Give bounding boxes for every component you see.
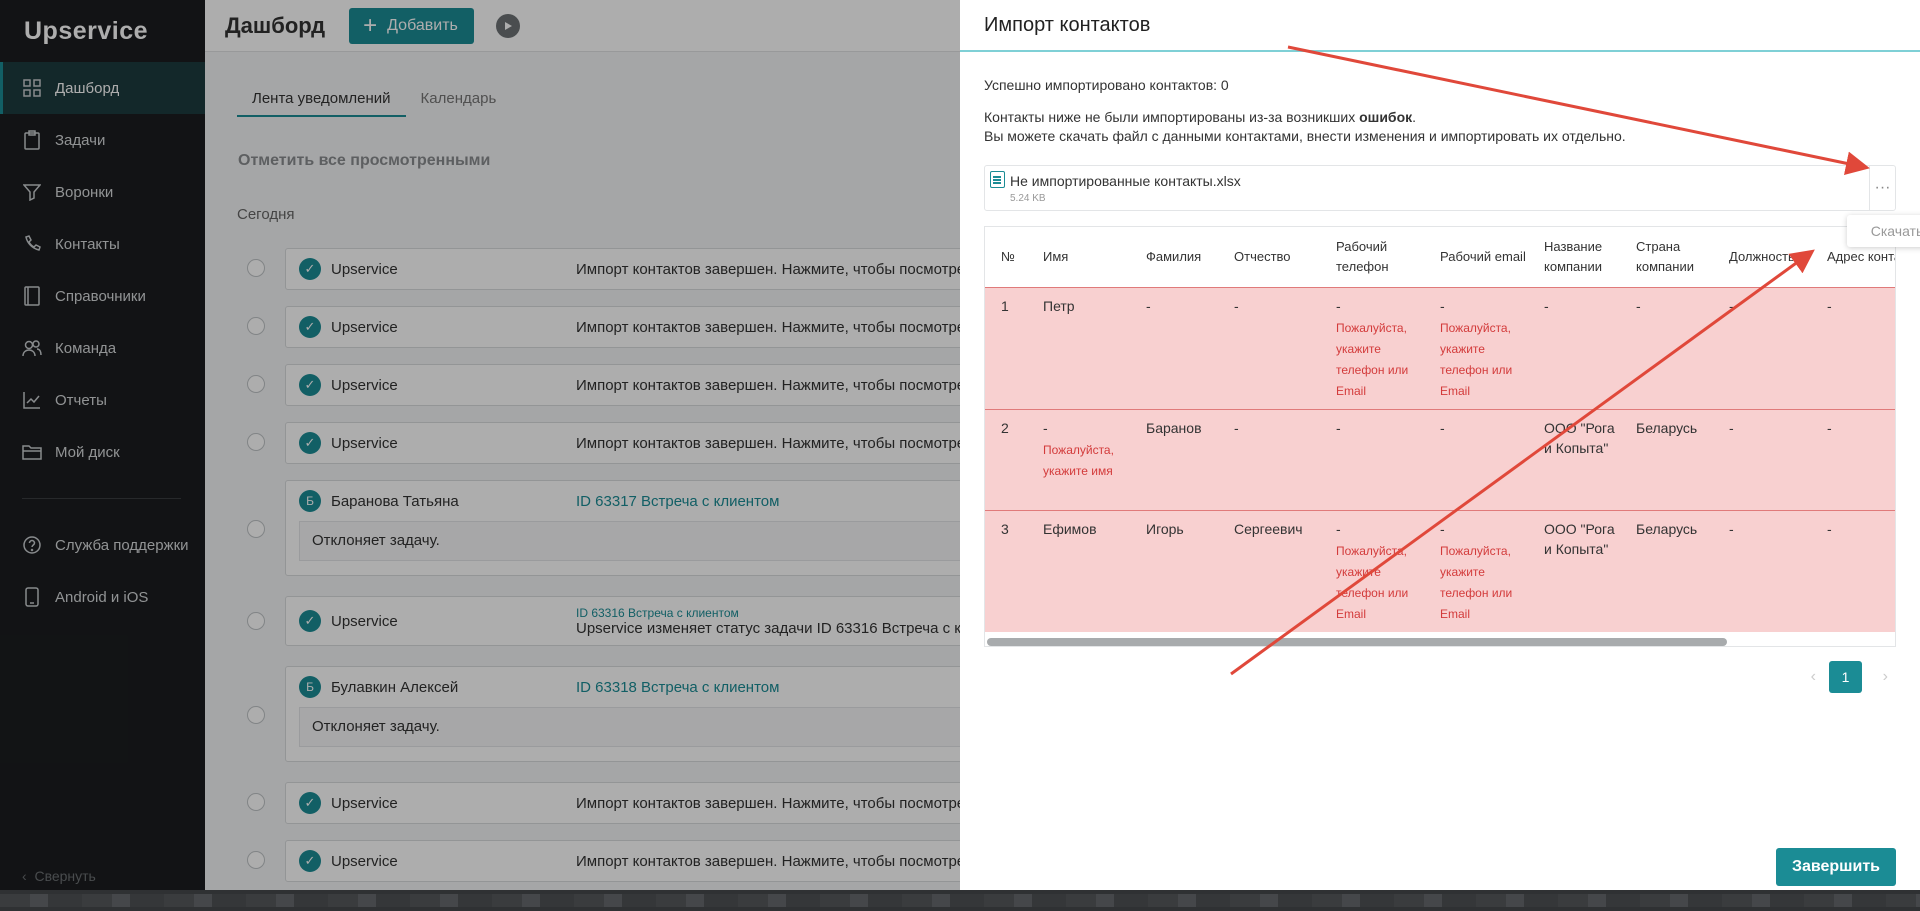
table-row: 2 - Пожалуйста, укажите имя Баранов - - -… [985,408,1895,510]
taskbar [0,890,1920,911]
cell-first-name: Ефимов [1027,509,1130,632]
import-contacts-drawer: Импорт контактов Успешно импортировано к… [960,0,1920,890]
finish-button[interactable]: Завершить [1775,848,1896,886]
cell-value: - [1043,419,1048,436]
more-options-button[interactable]: ··· [1869,166,1895,210]
validation-error: Пожалуйста, укажите телефон или Email [1336,320,1409,398]
cell-num: 2 [985,408,1027,510]
cell-email: - Пожалуйста, укажите телефон или Email [1424,509,1528,632]
next-page-icon[interactable]: › [1883,668,1888,686]
cell-company: ООО "Рога и Копыта" [1528,408,1620,510]
validation-error: Пожалуйста, укажите телефон или Email [1440,320,1513,398]
validation-error: Пожалуйста, укажите телефон или Email [1336,543,1409,621]
page-button-current[interactable]: 1 [1829,661,1862,693]
cell-value: - [1440,297,1445,314]
cell-phone: - Пожалуйста, укажите телефон или Email [1320,286,1424,409]
drawer-body: Успешно импортировано контактов: 0 Конта… [984,52,1920,693]
prev-page-icon[interactable]: ‹ [1811,668,1816,686]
column-header: Страна компании [1636,238,1694,274]
cell-last-name: Игорь [1130,509,1218,632]
error-info-text-2: Вы можете скачать файл с данными контакт… [984,128,1626,144]
cell-value: - [1336,297,1341,314]
cell-position: - [1713,286,1811,409]
cell-email: - Пожалуйста, укажите телефон или Email [1424,286,1528,409]
cell-country: - [1620,286,1713,409]
import-error-info: Контакты ниже не были импортированы из-з… [984,108,1896,146]
cell-position: - [1713,408,1811,510]
cell-value: - [1440,520,1445,537]
error-info-bold: ошибок [1359,109,1413,125]
table-row: 3 Ефимов Игорь Сергеевич - Пожалуйста, ук… [985,509,1895,632]
file-attachment[interactable]: Не импортированные контакты.xlsx 5.24 KB… [984,165,1896,211]
cell-value: - [1336,520,1341,537]
cell-address: - [1811,286,1895,409]
column-header: Рабочий email [1440,248,1526,264]
pagination: ‹ 1 › [984,661,1896,693]
download-menu-item[interactable]: Скачать [1847,215,1920,247]
cell-phone: - Пожалуйста, укажите телефон или Email [1320,509,1424,632]
drawer-title: Импорт контактов [960,0,1920,52]
column-header: Отчество [1234,248,1291,264]
import-success-text: Успешно импортировано контактов: 0 [984,77,1229,93]
table-header-row: № Имя Фамилия Отчество Рабочий телефон Р… [985,227,1895,287]
cell-middle-name: - [1218,408,1320,510]
column-header: № [1001,248,1015,264]
failed-contacts-table: № Имя Фамилия Отчество Рабочий телефон Р… [984,226,1896,647]
cell-last-name: - [1130,286,1218,409]
modal-backdrop[interactable] [0,0,960,890]
file-size: 5.24 KB [1010,193,1046,204]
cell-position: - [1713,509,1811,632]
column-header: Фамилия [1146,248,1202,264]
error-info-suffix: . [1412,109,1417,125]
cell-middle-name: - [1218,286,1320,409]
contacts-table: № Имя Фамилия Отчество Рабочий телефон Р… [985,227,1895,632]
cell-country: Беларусь [1620,408,1713,510]
cell-country: Беларусь [1620,509,1713,632]
cell-phone: - [1320,408,1424,510]
cell-first-name: Петр [1027,286,1130,409]
column-header: Должность [1729,248,1795,264]
file-name[interactable]: Не импортированные контакты.xlsx [1010,173,1241,189]
table-row: 1 Петр - - - Пожалуйста, укажите телефон … [985,286,1895,409]
cell-address: - [1811,509,1895,632]
ellipsis-icon: ··· [1874,179,1891,196]
cell-num: 3 [985,509,1027,632]
cell-company: ООО "Рога и Копыта" [1528,509,1620,632]
file-document-icon [990,171,1005,188]
validation-error: Пожалуйста, укажите телефон или Email [1440,543,1513,621]
cell-first-name: - Пожалуйста, укажите имя [1027,408,1130,510]
cell-num: 1 [985,286,1027,409]
cell-value: Петр [1043,297,1075,314]
taskbar-blurred-content [0,894,1920,907]
cell-middle-name: Сергеевич [1218,509,1320,632]
cell-company: - [1528,286,1620,409]
cell-address: - [1811,408,1895,510]
validation-error: Пожалуйста, укажите имя [1043,442,1114,478]
cell-last-name: Баранов [1130,408,1218,510]
column-header: Название компании [1544,238,1603,274]
horizontal-scrollbar[interactable] [987,638,1727,646]
column-header: Рабочий телефон [1336,238,1389,274]
cell-email: - [1424,408,1528,510]
column-header: Имя [1043,248,1069,264]
error-info-text: Контакты ниже не были импортированы из-з… [984,109,1360,125]
